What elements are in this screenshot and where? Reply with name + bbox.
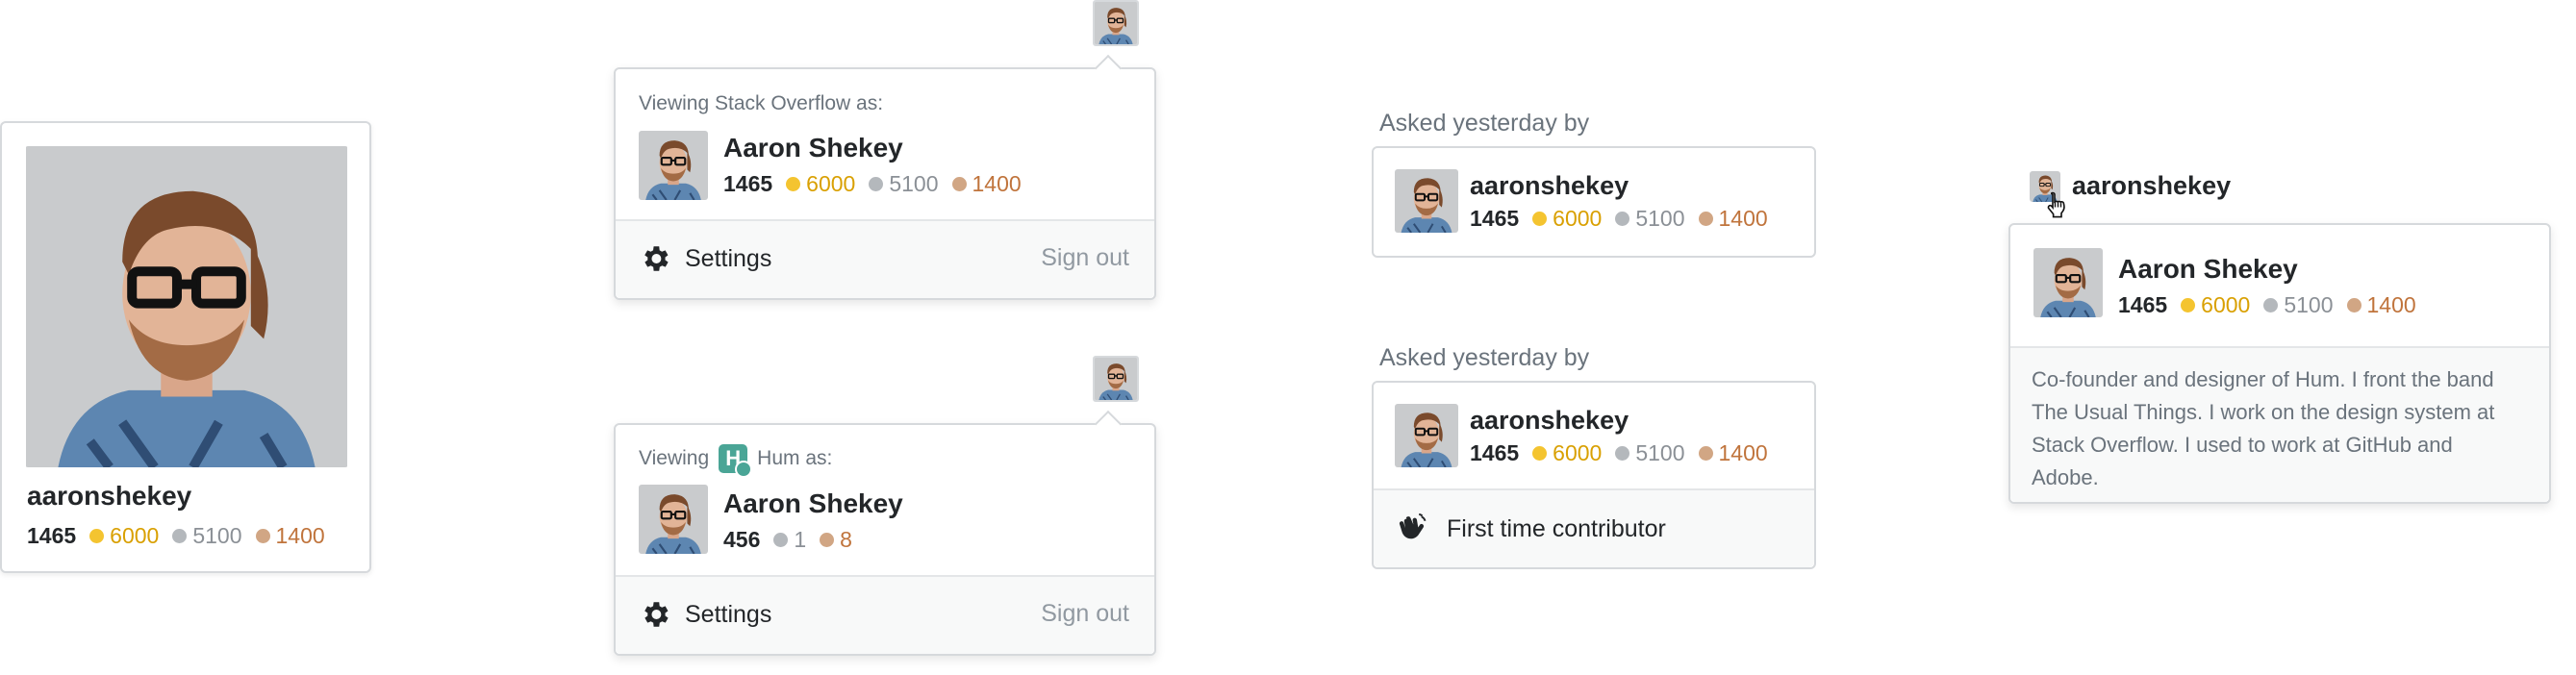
bronze-badge: 1400 (2346, 292, 2416, 318)
asked-label: Asked yesterday by (1379, 110, 1590, 137)
silver-badge: 1 (773, 527, 806, 553)
silver-badge: 5100 (869, 171, 939, 197)
so-account-avatar-button[interactable] (1093, 0, 1139, 46)
silver-badge: 5100 (1615, 440, 1685, 466)
popover-name: Aaron Shekey (723, 133, 903, 162)
user-hover-card: Aaron Shekey 1465 6000 5100 1400 Co-foun… (2008, 223, 2551, 504)
popover-stats: 1465 6000 5100 1400 (723, 171, 1035, 197)
gold-badge: 6000 (2181, 292, 2250, 318)
reputation: 456 (723, 527, 761, 552)
sign-out-link[interactable]: Sign out (1041, 600, 1129, 628)
user-handle[interactable]: aaronshekey (1470, 171, 1629, 201)
popover-arrow (1094, 54, 1123, 83)
hover-card-name[interactable]: Aaron Shekey (2118, 254, 2298, 285)
bronze-badge: 1400 (1698, 206, 1768, 232)
gold-badge: 6000 (1532, 440, 1602, 466)
sign-out-link[interactable]: Sign out (1041, 244, 1129, 272)
hum-account-avatar-button[interactable] (1093, 356, 1139, 402)
popover-footer: Settings Sign out (616, 219, 1154, 298)
reputation: 1465 (1470, 206, 1520, 231)
silver-badge: 5100 (2263, 292, 2334, 318)
profile-stats: 1465 6000 5100 1400 (27, 523, 339, 549)
hover-card-stats: 1465 6000 5100 1400 (2118, 292, 2430, 318)
asked-label: Asked yesterday by (1379, 344, 1590, 371)
asked-user-card[interactable]: aaronshekey 1465 6000 5100 1400 First ti… (1372, 381, 1816, 569)
gold-badge: 6000 (89, 523, 159, 549)
viewing-as-label: Viewing H Hum as: (639, 444, 832, 478)
popover-stats: 456 1 8 (723, 527, 866, 553)
hover-trigger-handle[interactable]: aaronshekey (2072, 171, 2231, 201)
gear-icon (644, 246, 669, 271)
hand-pointer-icon (2047, 191, 2065, 218)
popover-name: Aaron Shekey (723, 488, 903, 518)
popover-footer: Settings Sign out (616, 575, 1154, 654)
gold-badge: 6000 (786, 171, 855, 197)
hover-card-bio-section: Co-founder and designer of Hum. I front … (2010, 346, 2549, 502)
profile-avatar (25, 146, 348, 467)
popover-avatar (639, 131, 708, 200)
reputation: 1465 (27, 523, 77, 548)
viewing-as-label: Viewing Stack Overflow as: (639, 92, 884, 114)
waving-hand-icon (1399, 513, 1427, 539)
reputation: 1465 (2118, 292, 2168, 317)
silver-badge: 5100 (1615, 206, 1685, 232)
user-avatar (1395, 404, 1458, 467)
profile-card[interactable]: aaronshekey 1465 6000 5100 1400 (0, 121, 371, 573)
contributor-notice: First time contributor (1395, 512, 1666, 546)
asked-user-card[interactable]: aaronshekey 1465 6000 5100 1400 (1372, 146, 1816, 258)
so-account-popover: Viewing Stack Overflow as: Aaron Shekey … (614, 54, 1156, 300)
user-handle[interactable]: aaronshekey (1470, 406, 1629, 436)
settings-link[interactable]: Settings (639, 242, 771, 275)
user-stats: 1465 6000 5100 1400 (1470, 206, 1781, 232)
reputation: 1465 (723, 171, 773, 196)
hum-account-popover: Viewing H Hum as: Aaron Shekey 456 1 8 S… (614, 410, 1156, 656)
hover-card-bio: Co-founder and designer of Hum. I front … (2032, 367, 2495, 489)
silver-badge: 5100 (172, 523, 242, 549)
user-avatar (1395, 169, 1458, 233)
popover-arrow (1094, 410, 1123, 438)
bronze-badge: 1400 (951, 171, 1022, 197)
bronze-badge: 1400 (255, 523, 325, 549)
contributor-footer: First time contributor (1374, 488, 1814, 567)
gold-badge: 6000 (1532, 206, 1602, 232)
reputation: 1465 (1470, 440, 1520, 465)
popover-avatar (639, 485, 708, 554)
hover-card-avatar (2033, 248, 2103, 317)
profile-handle: aaronshekey (27, 481, 192, 511)
bronze-badge: 1400 (1698, 440, 1768, 466)
hum-logo-icon: H (719, 444, 753, 478)
gear-icon (644, 602, 669, 627)
bronze-badge: 8 (820, 527, 852, 553)
settings-link[interactable]: Settings (639, 598, 771, 631)
user-stats: 1465 6000 5100 1400 (1470, 440, 1781, 466)
